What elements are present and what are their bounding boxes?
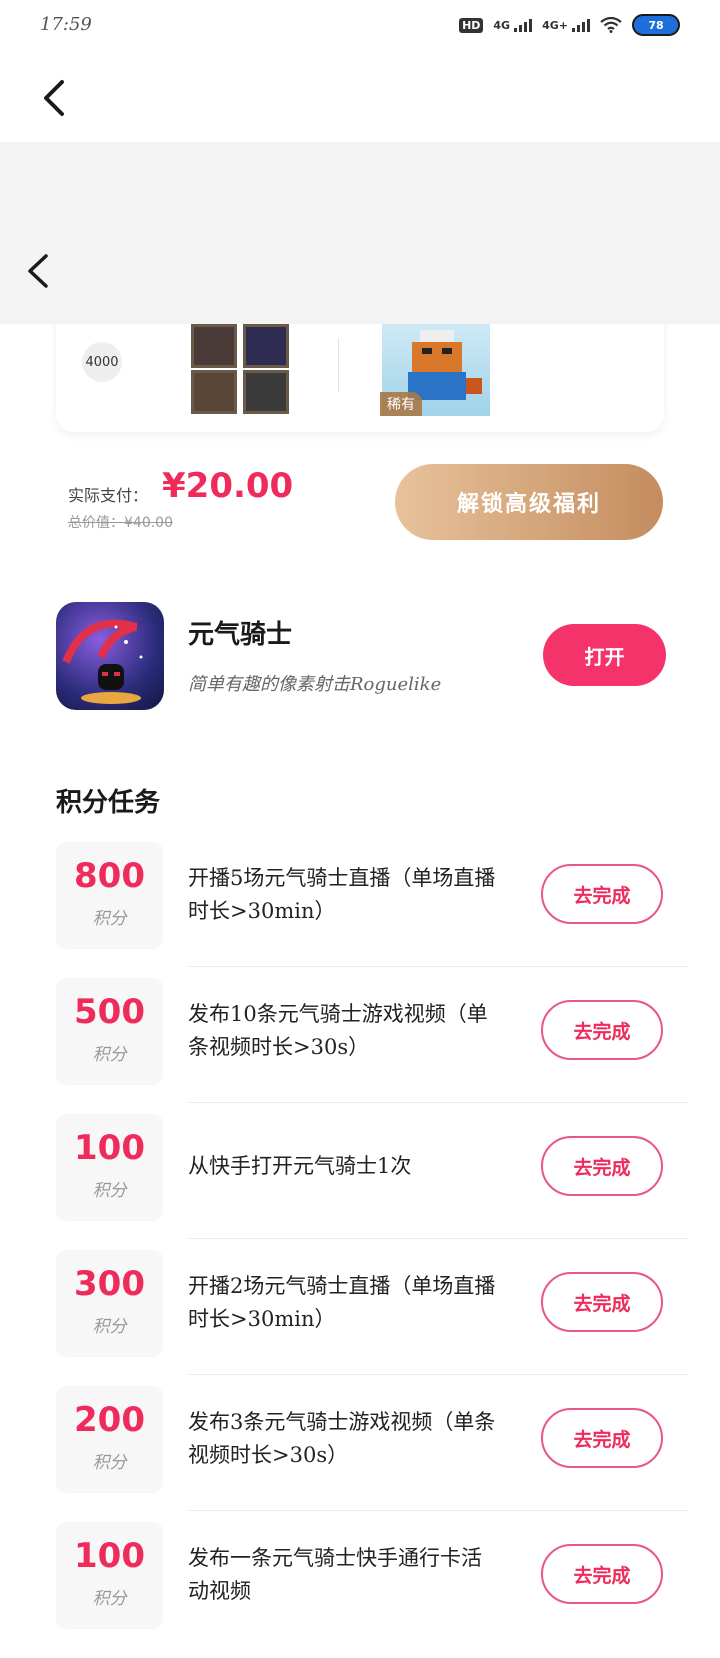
divider (338, 338, 339, 392)
chevron-left-icon (44, 80, 64, 116)
task-points: 100 (74, 1536, 145, 1576)
task-item: 100 积分 从快手打开元气骑士1次 去完成 (0, 1114, 720, 1250)
task-points-box: 100 积分 (56, 1114, 163, 1221)
task-points: 800 (74, 856, 145, 896)
task-points-unit: 积分 (92, 1589, 127, 1609)
task-complete-button[interactable]: 去完成 (541, 1272, 663, 1332)
battery-icon: 78 (632, 14, 680, 36)
avatar-grid (191, 324, 295, 414)
task-complete-button[interactable]: 去完成 (541, 1408, 663, 1468)
task-points: 300 (74, 1264, 145, 1304)
task-complete-button[interactable]: 去完成 (541, 1136, 663, 1196)
game-name: 元气骑士 (188, 620, 293, 650)
signal-icon: 4G (493, 18, 533, 32)
game-logo-icon (62, 619, 143, 704)
task-item: 800 积分 开播5场元气骑士直播（单场直播时长>30min） 去完成 (0, 842, 720, 978)
task-points: 100 (74, 1128, 145, 1168)
task-points-box: 100 积分 (56, 1522, 163, 1629)
task-description: 开播2场元气骑士直播（单场直播时长>30min） (188, 1274, 496, 1331)
avatar-item (191, 370, 237, 414)
pay-label: 实际支付： (68, 486, 149, 505)
avatar-item (243, 370, 289, 414)
original-price: 总价值：¥40.00 (68, 515, 173, 531)
chevron-left-icon (28, 254, 48, 288)
task-item: 100 积分 发布一条元气骑士快手通行卡活动视频 去完成 (0, 1522, 720, 1658)
pay-price: ¥20.00 (162, 466, 294, 506)
status-time: 17:59 (40, 14, 92, 35)
task-points: 200 (74, 1400, 145, 1440)
task-points-box: 200 积分 (56, 1386, 163, 1493)
task-complete-button[interactable]: 去完成 (541, 1000, 663, 1060)
game-icon (56, 602, 164, 710)
task-points-unit: 积分 (92, 1453, 127, 1473)
task-description: 发布10条元气骑士游戏视频（单条视频时长>30s） (188, 1002, 488, 1059)
task-points-box: 800 积分 (56, 842, 163, 949)
task-item: 200 积分 发布3条元气骑士游戏视频（单条视频时长>30s） 去完成 (0, 1386, 720, 1522)
task-description: 从快手打开元气骑士1次 (188, 1154, 412, 1178)
rare-tag: 稀有 (380, 392, 422, 416)
status-icons: HD 4G 4G+ 78 (459, 14, 680, 36)
divider (188, 1102, 688, 1103)
hd-icon: HD (459, 17, 484, 33)
divider (188, 966, 688, 967)
network-label-2: 4G+ (542, 18, 568, 32)
status-bar: 17:59 HD 4G 4G+ 78 (0, 0, 720, 56)
network-label: 4G (493, 18, 511, 32)
task-complete-button[interactable]: 去完成 (541, 864, 663, 924)
divider (188, 1510, 688, 1511)
overlay-back-button[interactable] (22, 250, 58, 292)
task-points: 500 (74, 992, 145, 1032)
task-complete-button[interactable]: 去完成 (541, 1544, 663, 1604)
signal-icon-2: 4G+ (542, 18, 590, 32)
task-item: 500 积分 发布10条元气骑士游戏视频（单条视频时长>30s） 去完成 (0, 978, 720, 1114)
divider (188, 1374, 688, 1375)
task-points-box: 300 积分 (56, 1250, 163, 1357)
unlock-premium-button[interactable]: 解锁高级福利 (395, 464, 663, 540)
task-item: 300 积分 开播2场元气骑士直播（单场直播时长>30min） 去完成 (0, 1250, 720, 1386)
task-description: 开播5场元气骑士直播（单场直播时长>30min） (188, 866, 496, 923)
task-description: 发布一条元气骑士快手通行卡活动视频 (188, 1546, 482, 1603)
open-game-button[interactable]: 打开 (543, 624, 666, 686)
section-title: 积分任务 (56, 788, 161, 818)
game-description: 简单有趣的像素射击Roguelike (188, 674, 442, 695)
header-overlay (0, 142, 720, 324)
avatar-item (243, 324, 289, 368)
task-points-unit: 积分 (92, 1181, 127, 1201)
divider (188, 1238, 688, 1239)
task-description: 发布3条元气骑士游戏视频（单条视频时长>30s） (188, 1410, 496, 1467)
avatar-item (191, 324, 237, 368)
task-points-unit: 积分 (92, 1045, 127, 1065)
points-chip: 4000 (82, 342, 122, 382)
task-points-unit: 积分 (92, 909, 127, 929)
task-points-unit: 积分 (92, 1317, 127, 1337)
wifi-icon (600, 17, 622, 33)
back-button[interactable] (36, 76, 76, 120)
task-points-box: 500 积分 (56, 978, 163, 1085)
